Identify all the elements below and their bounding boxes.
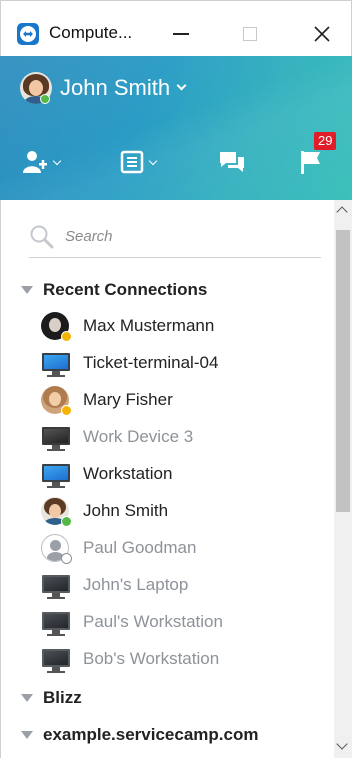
online-status-icon: [40, 94, 50, 104]
search-box[interactable]: [29, 220, 321, 258]
group-label: example.servicecamp.com: [43, 725, 259, 744]
close-icon: [314, 26, 330, 42]
contacts-panel: Recent Connections Max Mustermann Ticket…: [0, 200, 352, 758]
chevron-down-icon: [176, 80, 187, 91]
notifications-button[interactable]: 29: [298, 132, 337, 180]
chevron-down-icon: [148, 156, 158, 165]
list-item[interactable]: Paul's Workstation: [41, 604, 331, 640]
contact-avatar-icon: [41, 385, 72, 416]
scroll-down-arrow-icon[interactable]: [336, 738, 348, 750]
scroll-up-arrow-icon[interactable]: [336, 206, 348, 218]
list-item[interactable]: Max Mustermann: [41, 308, 331, 344]
expand-triangle-icon: [21, 731, 33, 739]
list-icon: [120, 150, 144, 174]
item-label: Workstation: [83, 464, 173, 483]
expand-triangle-icon: [21, 694, 33, 702]
vertical-scrollbar[interactable]: [334, 200, 352, 758]
list-item[interactable]: John Smith: [41, 493, 331, 529]
item-label: Paul Goodman: [83, 538, 197, 557]
chat-icon: [220, 152, 244, 172]
list-item[interactable]: Bob's Workstation: [41, 641, 331, 677]
item-label: Work Device 3: [83, 427, 194, 446]
minimize-button[interactable]: [166, 19, 196, 49]
search-input[interactable]: [65, 228, 305, 245]
online-status-icon: [61, 516, 72, 527]
list-menu-button[interactable]: [120, 144, 158, 180]
contact-avatar-icon: [41, 496, 72, 527]
computer-offline-icon: [41, 644, 71, 674]
contact-placeholder-icon: [41, 533, 72, 564]
profile-name: John Smith: [60, 75, 171, 100]
list-item[interactable]: Workstation: [41, 456, 331, 492]
add-contact-button[interactable]: [22, 144, 62, 180]
computer-offline-icon: [41, 570, 71, 600]
item-label: Bob's Workstation: [83, 649, 220, 668]
maximize-button[interactable]: [235, 19, 265, 49]
computer-online-icon: [41, 348, 71, 378]
item-label: Mary Fisher: [83, 390, 173, 409]
chat-button[interactable]: [218, 144, 246, 180]
teamviewer-logo-icon: [17, 23, 39, 45]
search-icon: [30, 225, 54, 249]
close-button[interactable]: [307, 19, 337, 49]
computer-offline-icon: [41, 422, 71, 452]
scrollbar-thumb[interactable]: [336, 230, 350, 512]
toolbar: 29: [0, 132, 352, 184]
title-bar: Compute...: [0, 0, 352, 56]
contact-avatar-icon: [41, 311, 72, 342]
group-label: Recent Connections: [43, 280, 208, 299]
header: John Smith 29: [0, 56, 352, 200]
group-blizz[interactable]: Blizz: [21, 688, 82, 708]
chevron-down-icon: [52, 156, 62, 165]
group-servicecamp[interactable]: example.servicecamp.com: [21, 725, 258, 745]
list-item[interactable]: Mary Fisher: [41, 382, 331, 418]
item-label: John Smith: [83, 501, 169, 520]
item-label: Paul's Workstation: [83, 612, 223, 631]
computer-offline-icon: [41, 607, 71, 637]
computer-online-icon: [41, 459, 71, 489]
item-label: Max Mustermann: [83, 316, 215, 335]
away-status-icon: [61, 405, 72, 416]
list-item[interactable]: Ticket-terminal-04: [41, 345, 331, 381]
item-label: Ticket-terminal-04: [83, 353, 219, 372]
flag-icon: [301, 151, 320, 174]
list-item[interactable]: Work Device 3: [41, 419, 331, 455]
list-item[interactable]: John's Laptop: [41, 567, 331, 603]
away-status-icon: [61, 331, 72, 342]
group-label: Blizz: [43, 688, 82, 707]
group-recent-connections[interactable]: Recent Connections: [21, 280, 207, 300]
add-person-icon: [23, 151, 47, 173]
offline-status-icon: [61, 553, 72, 564]
notification-badge: 29: [314, 132, 337, 150]
expand-triangle-icon: [21, 286, 33, 294]
window-title: Compute...: [49, 23, 133, 42]
item-label: John's Laptop: [83, 575, 189, 594]
list-item[interactable]: Paul Goodman: [41, 530, 331, 566]
